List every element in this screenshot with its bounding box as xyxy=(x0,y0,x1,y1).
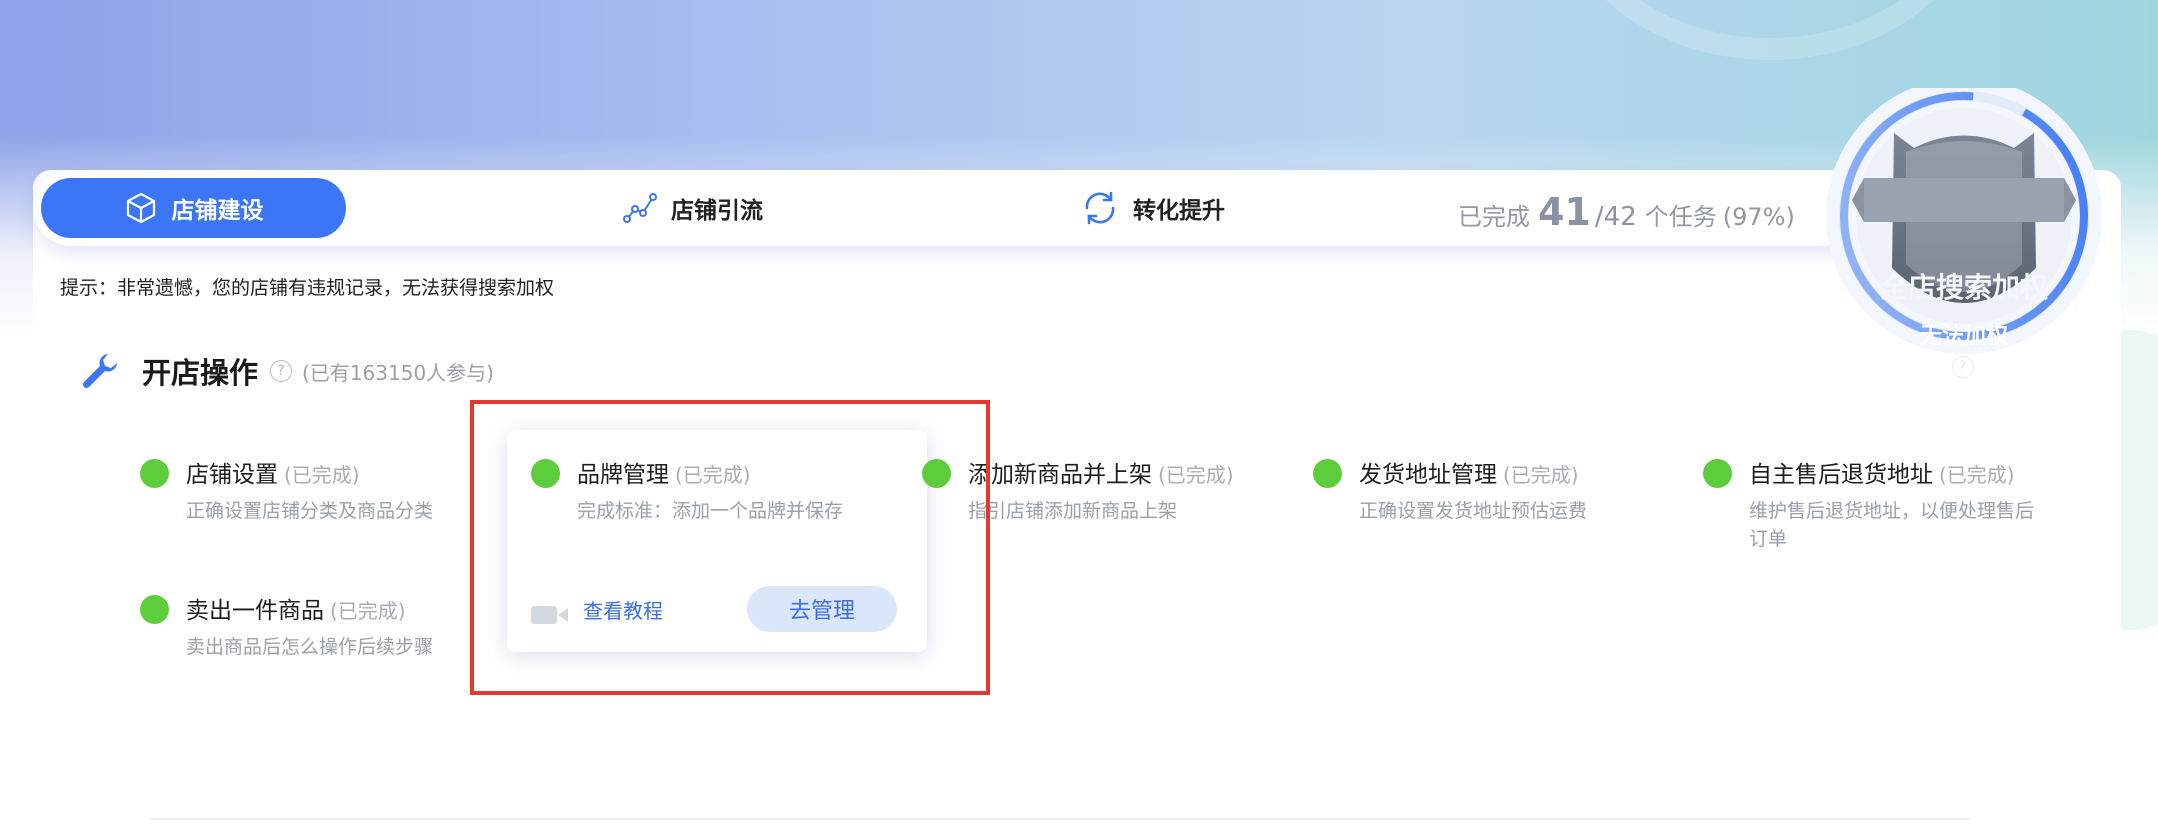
violation-tip: 提示：非常遗憾，您的店铺有违规记录，无法获得搜索加权 xyxy=(60,277,555,299)
task-status: (已完成) xyxy=(1158,463,1234,487)
tab-store-building[interactable]: 店铺建设 xyxy=(41,178,346,238)
progress-total: /42 xyxy=(1594,202,1637,232)
participant-count: (已有163150人参与) xyxy=(302,360,494,385)
task-status: (已完成) xyxy=(330,599,406,623)
task-desc: 指引店铺添加新商品上架 xyxy=(968,500,1178,522)
task-desc: 正确设置店铺分类及商品分类 xyxy=(186,500,434,522)
badge-title: 全店搜索加权 xyxy=(1879,271,2048,304)
refresh-icon xyxy=(1081,189,1119,227)
task-title: 店铺设置 (已完成) xyxy=(186,455,360,489)
tab-conversion[interactable]: 转化提升 xyxy=(1033,178,1273,238)
task-name: 店铺设置 xyxy=(186,462,278,488)
help-icon[interactable]: ? xyxy=(270,360,293,382)
task-desc: 维护售后退货地址，以便处理售后订单 xyxy=(1749,500,2035,550)
section-title: 开店操作 xyxy=(142,356,259,390)
done-status-dot xyxy=(1703,459,1732,488)
task-title: 发货地址管理 (已完成) xyxy=(1359,455,1579,489)
progress-done: 41 xyxy=(1538,190,1591,234)
task-progress: 已完成 41 /42 个任务 (97%) xyxy=(1458,178,1795,238)
section-header: 开店操作 ? (已有163150人参与) xyxy=(80,350,494,392)
search-weight-badge[interactable]: 全店搜索加权 无法加权 ? xyxy=(1814,78,2128,378)
tab-label: 转化提升 xyxy=(1133,198,1225,224)
task-desc: 卖出商品后怎么操作后续步骤 xyxy=(186,636,434,658)
wrench-icon xyxy=(80,351,120,391)
progress-suffix: 个任务 xyxy=(1644,203,1717,231)
progress-percent: (97%) xyxy=(1722,203,1795,231)
task-shipping-address[interactable]: 发货地址管理 (已完成) 正确设置发货地址预估运费 xyxy=(1313,455,1673,535)
task-title: 自主售后退货地址 (已完成) xyxy=(1749,455,2015,489)
task-desc: 正确设置发货地址预估运费 xyxy=(1359,500,1588,522)
task-sell-product[interactable]: 卖出一件商品 (已完成) 卖出商品后怎么操作后续步骤 xyxy=(140,591,470,671)
task-status: (已完成) xyxy=(284,463,360,487)
task-status: (已完成) xyxy=(1939,463,2015,487)
task-title: 添加新商品并上架 (已完成) xyxy=(968,455,1234,489)
tab-label: 店铺建设 xyxy=(171,198,264,224)
tab-label: 店铺引流 xyxy=(671,198,763,224)
done-status-dot xyxy=(140,595,169,624)
task-title: 卖出一件商品 (已完成) xyxy=(186,591,406,625)
done-status-dot xyxy=(1313,459,1342,488)
task-name: 自主售后退货地址 xyxy=(1749,462,1933,488)
tab-store-traffic[interactable]: 店铺引流 xyxy=(573,178,813,238)
task-name: 卖出一件商品 xyxy=(186,598,324,624)
task-return-address[interactable]: 自主售后退货地址 (已完成) 维护售后退货地址，以便处理售后订单 xyxy=(1703,455,2053,565)
task-name: 添加新商品并上架 xyxy=(968,462,1152,488)
task-store-settings[interactable]: 店铺设置 (已完成) 正确设置店铺分类及商品分类 xyxy=(140,455,470,535)
badge-status: 无法加权 xyxy=(1919,324,2008,349)
highlight-box xyxy=(470,400,990,695)
progress-prefix: 已完成 xyxy=(1458,203,1530,231)
divider xyxy=(150,818,1970,820)
badge-help-icon[interactable]: ? xyxy=(1952,356,1974,378)
task-status: (已完成) xyxy=(1503,463,1579,487)
box-icon xyxy=(124,191,158,225)
done-status-dot xyxy=(140,459,169,488)
trend-line-icon xyxy=(623,191,657,225)
task-name: 发货地址管理 xyxy=(1359,462,1497,488)
tab-bar: 店铺建设 店铺引流 转化提升 已完成 41 /42 个任务 (97%) xyxy=(33,170,1873,246)
